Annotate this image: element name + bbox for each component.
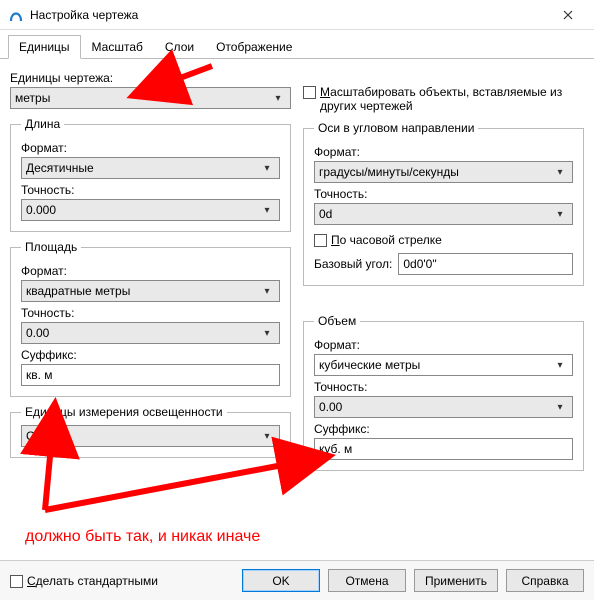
base-angle-label: Базовый угол:: [314, 257, 392, 271]
volume-suffix-input[interactable]: куб. м: [314, 438, 573, 460]
scale-objects-checkbox[interactable]: [303, 86, 316, 99]
area-suffix-input[interactable]: кв. м: [21, 364, 280, 386]
chevron-down-icon: ▾: [259, 286, 275, 297]
drawing-units-dropdown[interactable]: метры ▾: [10, 87, 291, 109]
tab-layers[interactable]: Слои: [154, 35, 205, 59]
make-default-label: Сделать стандартными: [27, 574, 158, 588]
ok-button[interactable]: OK: [242, 569, 320, 592]
chevron-down-icon: ▾: [259, 205, 275, 216]
titlebar: Настройка чертежа: [0, 0, 594, 30]
chevron-down-icon: ▾: [552, 402, 568, 413]
angle-format-dropdown[interactable]: градусы/минуты/секунды ▾: [314, 161, 573, 183]
area-legend: Площадь: [21, 240, 81, 254]
volume-suffix-label: Суффикс:: [314, 422, 573, 436]
help-button[interactable]: Справка: [506, 569, 584, 592]
bottom-bar: Сделать стандартными OK Отмена Применить…: [0, 560, 594, 600]
area-format-label: Формат:: [21, 264, 280, 278]
area-format-dropdown[interactable]: квадратные метры ▾: [21, 280, 280, 302]
clockwise-label: По часовой стрелке: [331, 233, 442, 247]
volume-format-dropdown[interactable]: кубические метры ▾: [314, 354, 573, 376]
drawing-units-value: метры: [15, 91, 270, 105]
volume-precision-label: Точность:: [314, 380, 573, 394]
length-legend: Длина: [21, 117, 64, 131]
length-format-label: Формат:: [21, 141, 280, 155]
make-default-checkbox[interactable]: [10, 575, 23, 588]
chevron-down-icon: ▾: [552, 209, 568, 220]
length-format-dropdown[interactable]: Десятичные ▾: [21, 157, 280, 179]
lighting-legend: Единицы измерения освещенности: [21, 405, 227, 419]
tab-content-units: Единицы чертежа: метры ▾ Длина Формат: Д…: [0, 59, 594, 471]
base-angle-input[interactable]: 0d0'0": [398, 253, 573, 275]
length-precision-label: Точность:: [21, 183, 280, 197]
tabs: Единицы Масштаб Слои Отображение: [0, 30, 594, 59]
length-group: Длина Формат: Десятичные ▾ Точность: 0.0…: [10, 117, 291, 232]
area-suffix-label: Суффикс:: [21, 348, 280, 362]
close-button[interactable]: [548, 0, 588, 30]
lighting-group: Единицы измерения освещенности Общие ▾: [10, 405, 291, 458]
tab-display[interactable]: Отображение: [205, 35, 303, 59]
chevron-down-icon: ▾: [259, 163, 275, 174]
angle-legend: Оси в угловом направлении: [314, 121, 478, 135]
chevron-down-icon: ▾: [270, 93, 286, 104]
volume-format-label: Формат:: [314, 338, 573, 352]
window-title: Настройка чертежа: [30, 8, 548, 22]
area-precision-dropdown[interactable]: 0.00 ▾: [21, 322, 280, 344]
volume-precision-dropdown[interactable]: 0.00 ▾: [314, 396, 573, 418]
area-group: Площадь Формат: квадратные метры ▾ Точно…: [10, 240, 291, 397]
chevron-down-icon: ▾: [552, 167, 568, 178]
tab-units[interactable]: Единицы: [8, 35, 81, 59]
drawing-units-label: Единицы чертежа:: [10, 71, 291, 85]
chevron-down-icon: ▾: [552, 360, 568, 371]
scale-objects-label: Масштабировать объекты, вставляемые из д…: [320, 85, 584, 113]
clockwise-checkbox[interactable]: [314, 234, 327, 247]
volume-legend: Объем: [314, 314, 360, 328]
annotation-text: должно быть так, и никак иначе: [25, 528, 260, 546]
length-precision-dropdown[interactable]: 0.000 ▾: [21, 199, 280, 221]
angle-format-label: Формат:: [314, 145, 573, 159]
chevron-down-icon: ▾: [259, 431, 275, 442]
area-precision-label: Точность:: [21, 306, 280, 320]
cancel-button[interactable]: Отмена: [328, 569, 406, 592]
angle-precision-dropdown[interactable]: 0d ▾: [314, 203, 573, 225]
chevron-down-icon: ▾: [259, 328, 275, 339]
lighting-dropdown[interactable]: Общие ▾: [21, 425, 280, 447]
angle-group: Оси в угловом направлении Формат: градус…: [303, 121, 584, 286]
tab-scale[interactable]: Масштаб: [81, 35, 154, 59]
volume-group: Объем Формат: кубические метры ▾ Точност…: [303, 314, 584, 471]
angle-precision-label: Точность:: [314, 187, 573, 201]
app-icon: [8, 7, 24, 23]
apply-button[interactable]: Применить: [414, 569, 498, 592]
